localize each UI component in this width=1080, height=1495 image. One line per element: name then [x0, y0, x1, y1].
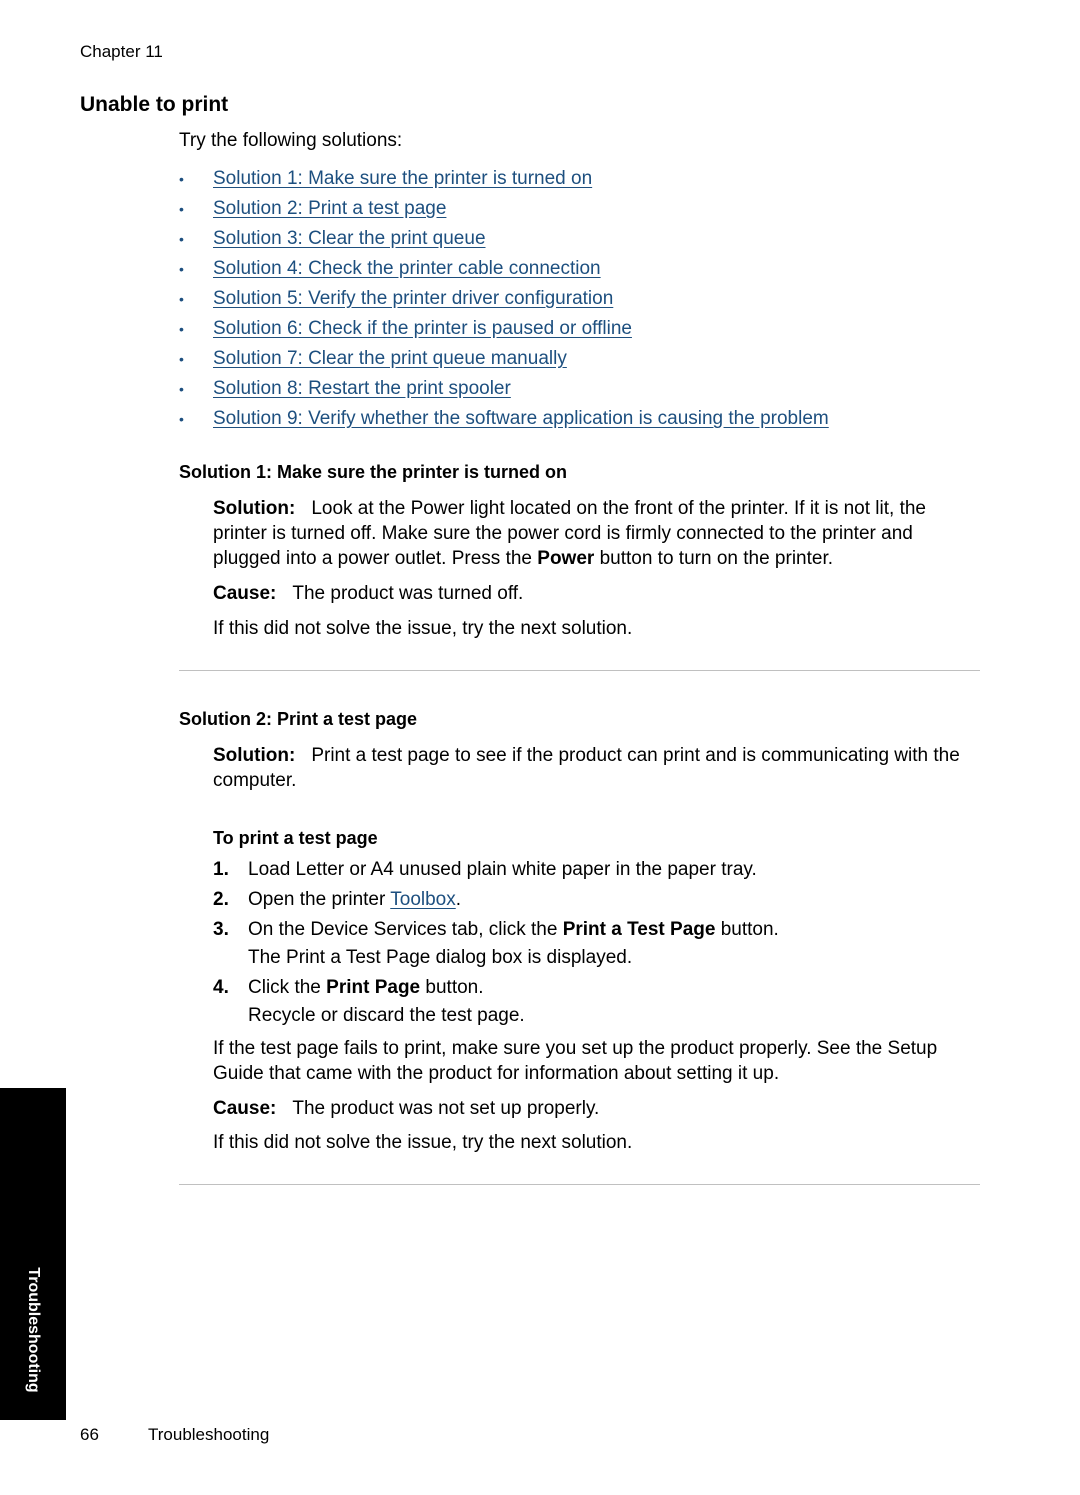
- section-side-tab: Troubleshooting: [0, 1088, 66, 1420]
- solution-2-heading: Solution 2: Print a test page: [179, 709, 418, 729]
- bullet-icon: •: [179, 231, 184, 247]
- bullet-icon: •: [179, 351, 184, 367]
- chapter-label: Chapter 11: [80, 42, 163, 61]
- list-item: • Solution 6: Check if the printer is pau…: [179, 314, 829, 344]
- solution-label: Solution:: [213, 498, 296, 519]
- footer-section: Troubleshooting: [148, 1425, 270, 1444]
- intro-text: Try the following solutions:: [179, 130, 403, 151]
- step-item: 2. Open the printer Toolbox.: [213, 889, 462, 910]
- cause-label: Cause:: [213, 583, 277, 604]
- solution-3-link[interactable]: Solution 3: Clear the print queue: [213, 228, 486, 250]
- list-item: • Solution 9: Verify whether the software…: [179, 404, 829, 434]
- list-item: • Solution 5: Verify the printer driver c…: [179, 284, 829, 314]
- bullet-icon: •: [179, 261, 184, 277]
- list-item: • Solution 7: Clear the print queue manua…: [179, 344, 829, 374]
- page-title: Unable to print: [80, 93, 229, 116]
- solution-6-link[interactable]: Solution 6: Check if the printer is paus…: [213, 318, 632, 340]
- toolbox-link[interactable]: Toolbox: [390, 889, 456, 910]
- solutions-list: • Solution 1: Make sure the printer is tu…: [179, 164, 829, 434]
- bullet-icon: •: [179, 381, 184, 397]
- solution-1-text: Solution: Look at the Power light located…: [213, 498, 927, 569]
- solution-2-next: If this did not solve the issue, try the…: [213, 1132, 633, 1153]
- solution-4-link[interactable]: Solution 4: Check the printer cable conn…: [213, 258, 601, 280]
- steps-list: 1. Load Letter or A4 unused plain white …: [213, 856, 983, 1032]
- solution-5-link[interactable]: Solution 5: Verify the printer driver co…: [213, 288, 613, 310]
- list-item: • Solution 1: Make sure the printer is tu…: [179, 164, 829, 194]
- divider: [179, 670, 980, 671]
- bullet-icon: •: [179, 321, 184, 337]
- solution-1-link[interactable]: Solution 1: Make sure the printer is tur…: [213, 168, 592, 190]
- side-tab-label: Troubleshooting: [25, 1267, 42, 1393]
- solution-1-next: If this did not solve the issue, try the…: [213, 618, 633, 639]
- solution-7-link[interactable]: Solution 7: Clear the print queue manual…: [213, 348, 567, 370]
- solution-9-link[interactable]: Solution 9: Verify whether the software …: [213, 408, 829, 430]
- list-item: • Solution 2: Print a test page: [179, 194, 829, 224]
- solution-label: Solution:: [213, 745, 296, 766]
- solution-2-followup: If the test page fails to print, make su…: [213, 1038, 938, 1084]
- procedure-heading: To print a test page: [213, 828, 378, 848]
- bullet-icon: •: [179, 171, 184, 187]
- bullet-icon: •: [179, 201, 184, 217]
- page-number: 66: [80, 1425, 99, 1444]
- list-item: • Solution 8: Restart the print spooler: [179, 374, 829, 404]
- bullet-icon: •: [179, 411, 184, 427]
- list-item: • Solution 3: Clear the print queue: [179, 224, 829, 254]
- bullet-icon: •: [179, 291, 184, 307]
- solution-1-heading: Solution 1: Make sure the printer is tur…: [179, 462, 568, 482]
- solution-2-cause: Cause: The product was not set up properl…: [213, 1098, 600, 1119]
- step-item: 4. Click the Print Page button. Recycle o…: [213, 977, 525, 1026]
- step-item: 1. Load Letter or A4 unused plain white …: [213, 859, 757, 880]
- cause-label: Cause:: [213, 1098, 277, 1119]
- divider: [179, 1184, 980, 1185]
- solution-1-cause: Cause: The product was turned off.: [213, 583, 524, 604]
- solution-2-link[interactable]: Solution 2: Print a test page: [213, 198, 446, 220]
- solution-8-link[interactable]: Solution 8: Restart the print spooler: [213, 378, 511, 400]
- step-item: 3. On the Device Services tab, click the…: [213, 919, 779, 968]
- list-item: • Solution 4: Check the printer cable con…: [179, 254, 829, 284]
- solution-2-text: Solution: Print a test page to see if the…: [213, 745, 960, 791]
